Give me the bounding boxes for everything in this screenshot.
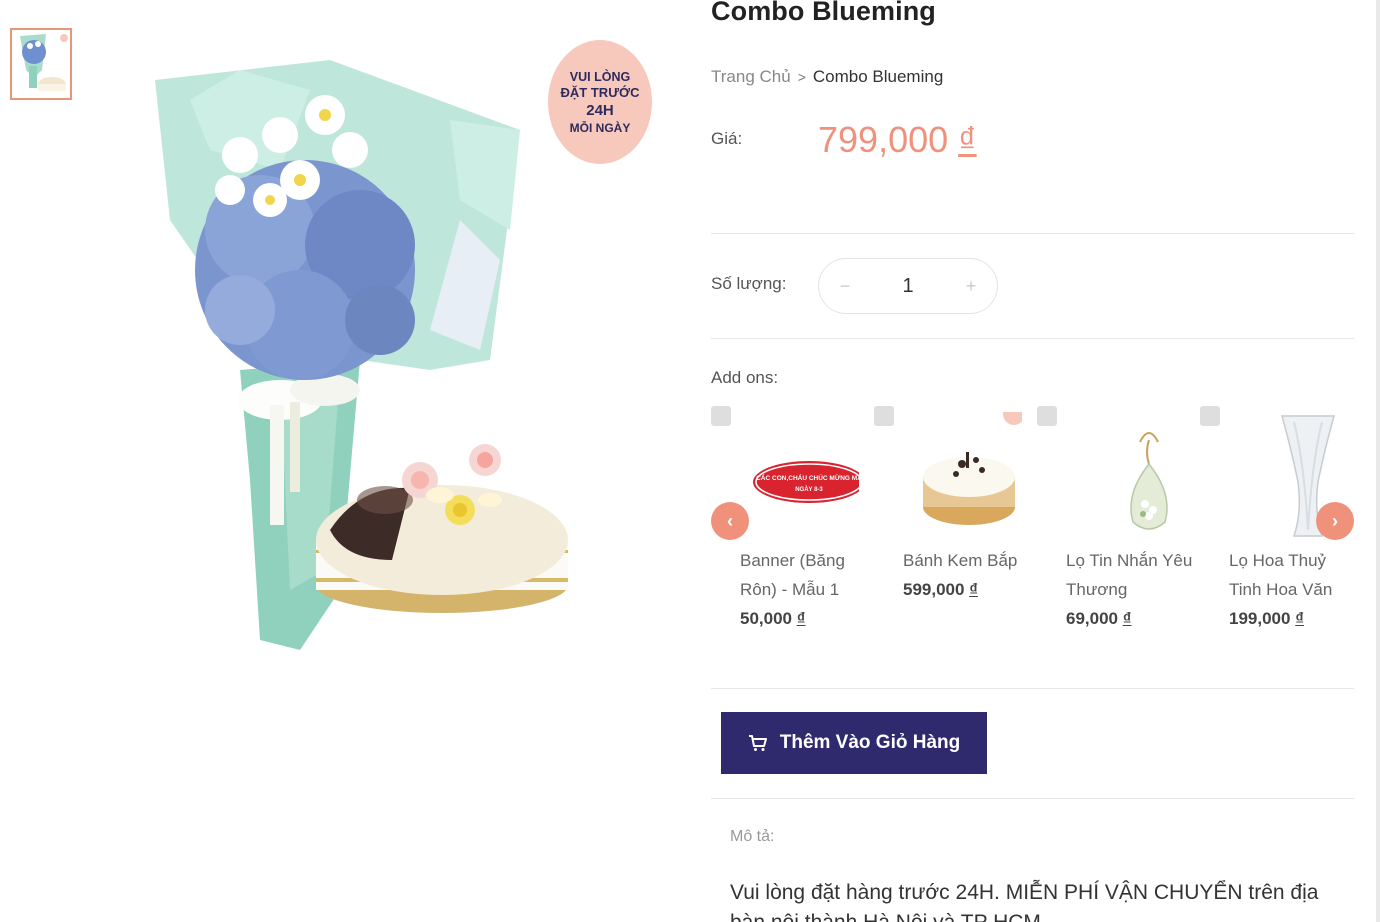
product-thumbnail[interactable] [10, 28, 72, 100]
quantity-decrease-button[interactable]: − [835, 276, 855, 297]
addon-checkbox[interactable] [1037, 406, 1057, 426]
divider [711, 233, 1354, 234]
breadcrumb-home-link[interactable]: Trang Chủ [711, 67, 791, 86]
badge-line-4: MỖI NGÀY [569, 120, 631, 135]
addon-price: 199,000 ₫ [1229, 604, 1354, 633]
addon-price: 599,000 ₫ [903, 575, 1043, 604]
addons-label: Add ons: [711, 368, 779, 387]
price-label: Giá: [711, 129, 743, 148]
divider [711, 798, 1354, 799]
addon-name: Bánh Kem Bắp 599,000 ₫ [903, 546, 1043, 604]
quantity-label: Số lượng: [711, 274, 787, 293]
addon-name-text: Lọ Hoa Thuỷ Tinh Hoa Văn [1229, 551, 1333, 599]
addon-name: Lọ Hoa Thuỷ Tinh Hoa Văn 199,000 ₫ [1229, 546, 1354, 633]
chevron-left-icon: ‹ [727, 510, 733, 531]
addon-name-text: Banner (Băng Rôn) - Mẫu 1 [740, 551, 845, 599]
addon-checkbox[interactable] [1200, 406, 1220, 426]
addon-name: Lọ Tin Nhắn Yêu Thương 69,000 ₫ [1066, 546, 1206, 633]
addon-name: Banner (Băng Rôn) - Mẫu 1 50,000 ₫ [740, 546, 880, 633]
addon-item[interactable]: Bánh Kem Bắp 599,000 ₫ [874, 400, 1034, 640]
addons-carousel: CÁC CON,CHÁU CHÚC MỪNG MÁ NGÀY 8-3 Banne… [711, 400, 1354, 640]
quantity-value[interactable]: 1 [902, 275, 913, 298]
add-to-cart-label: Thêm Vào Giỏ Hàng [779, 732, 961, 753]
addon-price-currency: ₫ [1295, 609, 1304, 628]
addon-price-value: 69,000 [1066, 609, 1118, 628]
addon-price-currency: ₫ [969, 580, 978, 599]
quantity-stepper: − 1 + [818, 258, 998, 314]
cart-icon [748, 735, 767, 751]
addon-price: 69,000 ₫ [1066, 604, 1206, 633]
badge-line-3: 24H [586, 101, 614, 119]
addon-price-currency: ₫ [796, 609, 806, 628]
addon-item[interactable]: Lọ Tin Nhắn Yêu Thương 69,000 ₫ [1037, 400, 1197, 640]
scrollbar[interactable] [1376, 0, 1380, 922]
addon-name-text: Lọ Tin Nhắn Yêu Thương [1066, 551, 1193, 599]
add-to-cart-button[interactable]: Thêm Vào Giỏ Hàng [721, 712, 987, 774]
carousel-prev-button[interactable]: ‹ [711, 502, 749, 540]
badge-line-2: ĐẶT TRƯỚC [560, 84, 640, 100]
addon-price-currency: ₫ [1122, 609, 1132, 628]
addon-price-value: 50,000 [740, 609, 792, 628]
divider [711, 338, 1354, 339]
carousel-next-button[interactable]: › [1316, 502, 1354, 540]
preorder-badge: VUI LÒNG ĐẶT TRƯỚC 24H MỖI NGÀY [548, 40, 652, 164]
product-title: Combo Blueming [711, 0, 936, 26]
thumbnail-image [20, 34, 68, 91]
price-value: 799,000 [818, 119, 949, 160]
banner-text: CÁC CON,CHÁU CHÚC MỪNG MÁ [756, 473, 859, 482]
addon-checkbox[interactable] [874, 406, 894, 426]
chevron-right-icon: › [1332, 510, 1338, 531]
breadcrumb-separator: > [797, 69, 806, 85]
price-currency: ₫ [958, 119, 977, 160]
quantity-increase-button[interactable]: + [961, 276, 981, 297]
addon-checkbox[interactable] [711, 406, 731, 426]
badge-line-1: VUI LÒNG [569, 69, 631, 84]
description-label: Mô tả: [730, 828, 775, 845]
addon-price-value: 199,000 [1229, 609, 1291, 628]
banner-subtext: NGÀY 8-3 [795, 486, 823, 493]
description-text: Vui lòng đặt hàng trước 24H. MIỄN PHÍ VẬ… [730, 881, 1319, 922]
addon-image-message-jar [1065, 412, 1185, 542]
addon-price-value: 599,000 [903, 580, 965, 599]
breadcrumb: Trang Chủ > Combo Blueming [711, 67, 943, 87]
addon-name-text: Bánh Kem Bắp [903, 551, 1018, 570]
addon-price: 50,000 ₫ [740, 604, 880, 633]
breadcrumb-current: Combo Blueming [812, 67, 944, 86]
addon-image-banner: CÁC CON,CHÁU CHÚC MỪNG MÁ NGÀY 8-3 [739, 412, 865, 542]
divider [711, 688, 1354, 689]
addon-image-cake [902, 403, 1025, 542]
product-price: 799,000 ₫ [818, 119, 977, 161]
